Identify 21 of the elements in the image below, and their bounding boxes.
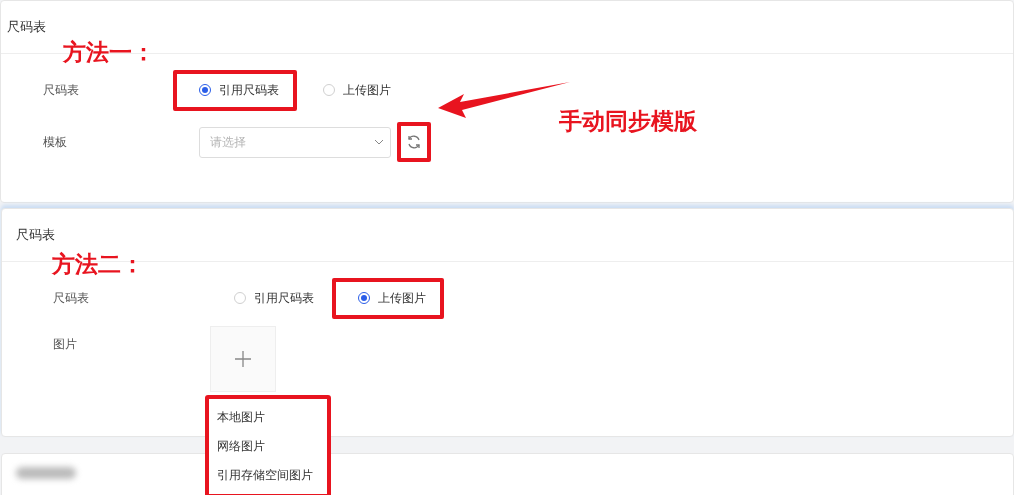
annotation-text: 手动同步模版 xyxy=(559,107,697,136)
section-title: 尺码表 xyxy=(7,18,46,36)
radio-option[interactable]: 引用尺码表 xyxy=(208,277,332,319)
field-label: 尺码表 xyxy=(43,81,80,99)
refresh-icon xyxy=(406,134,422,150)
field-label: 尺码表 xyxy=(53,289,90,307)
section-title: 尺码表 xyxy=(16,226,55,244)
field-label: 模板 xyxy=(43,133,68,151)
field-label: 图片 xyxy=(53,336,78,353)
annotation-text: 方法二： xyxy=(52,250,144,279)
refresh-button[interactable] xyxy=(397,122,431,162)
radio-option[interactable]: 上传图片 xyxy=(332,277,444,319)
blurred-label xyxy=(16,467,76,479)
menu-item[interactable]: 网络图片 xyxy=(209,432,327,461)
annotation-text: 方法一： xyxy=(63,38,155,67)
menu-item[interactable]: 引用存储空间图片 xyxy=(209,461,327,490)
radio-option[interactable]: 上传图片 xyxy=(297,69,409,111)
menu-item[interactable]: 本地图片 xyxy=(209,403,327,432)
radio-option[interactable]: 引用尺码表 xyxy=(173,69,297,111)
plus-icon xyxy=(235,351,251,367)
chevron-icon xyxy=(374,139,384,145)
